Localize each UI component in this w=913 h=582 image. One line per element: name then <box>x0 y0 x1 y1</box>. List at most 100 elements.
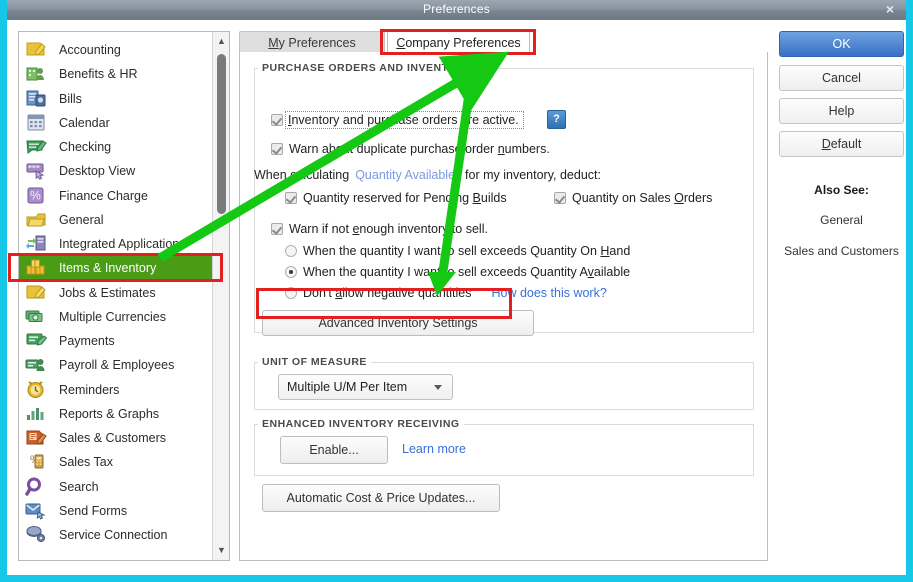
inventory-active-row[interactable]: Inventory and purchase orders are active… <box>271 111 524 129</box>
default-button[interactable]: Default <box>779 131 904 157</box>
payroll-employees-icon <box>25 354 51 376</box>
sidebar-item-label: Payments <box>59 334 115 348</box>
warn-not-enough-label: Warn if not enough inventory to sell. <box>289 222 488 236</box>
also-see-header: Also See: <box>814 183 869 197</box>
sidebar-list: Accounting Benefits & HR Bills Calendar Chec… <box>19 32 213 560</box>
reports-graphs-icon <box>25 403 51 425</box>
ok-button[interactable]: OK <box>779 31 904 57</box>
radio-negative-row[interactable]: Don't allow negative quantities How does… <box>285 286 607 300</box>
radio-available-label: When the quantity I want to sell exceeds… <box>303 265 631 279</box>
tab-my-preferences[interactable]: My Preferences <box>239 31 385 53</box>
radio-on-hand[interactable] <box>285 245 297 257</box>
svg-text:%: % <box>30 188 41 202</box>
help-icon[interactable]: ? <box>547 110 566 129</box>
sidebar-item-multiple-currencies[interactable]: Multiple Currencies <box>19 305 213 329</box>
sidebar-item-sales-tax[interactable]: % Sales Tax <box>19 450 213 474</box>
advanced-inventory-settings-button[interactable]: Advanced Inventory Settings <box>262 310 534 336</box>
pending-builds-checkbox[interactable] <box>285 192 297 204</box>
sales-orders-checkbox[interactable] <box>554 192 566 204</box>
sidebar-item-label: Calendar <box>59 115 110 130</box>
pending-builds-label: Quantity reserved for Pending Builds <box>303 191 507 205</box>
help-button[interactable]: Help <box>779 98 904 124</box>
sidebar-item-desktop-view[interactable]: Desktop View <box>19 159 213 183</box>
window-title: Preferences <box>423 2 490 16</box>
scroll-up-icon[interactable]: ▲ <box>213 33 229 50</box>
sidebar-item-payments[interactable]: Payments <box>19 329 213 353</box>
accounting-icon <box>25 39 51 61</box>
unit-of-measure-group-title: UNIT OF MEASURE <box>258 356 371 368</box>
company-preferences-panel: PURCHASE ORDERS AND INVENTORY Inventory … <box>239 52 768 561</box>
jobs-estimates-icon <box>25 282 51 304</box>
sidebar-item-checking[interactable]: Checking <box>19 135 213 159</box>
how-does-this-work-link[interactable]: How does this work? <box>491 286 606 300</box>
sidebar-item-reminders[interactable]: Reminders <box>19 378 213 402</box>
scroll-down-icon[interactable]: ▼ <box>213 542 229 559</box>
pending-builds-row[interactable]: Quantity reserved for Pending Builds <box>285 191 507 205</box>
quantity-available-link[interactable]: Quantity Available <box>355 168 455 182</box>
sidebar-item-integrated-applications[interactable]: Integrated Applications <box>19 232 213 256</box>
inventory-active-checkbox[interactable] <box>271 114 283 126</box>
sidebar-item-jobs-estimates[interactable]: Jobs & Estimates <box>19 281 213 305</box>
sidebar-item-label: Benefits & HR <box>59 67 138 82</box>
sidebar-item-accounting[interactable]: Accounting <box>19 38 213 62</box>
reminders-icon <box>25 379 51 401</box>
preferences-tabs: My Preferences Company Preferences <box>239 31 768 53</box>
warn-duplicate-checkbox[interactable] <box>271 143 283 155</box>
learn-more-link[interactable]: Learn more <box>402 442 466 456</box>
also-see-sales-customers-link[interactable]: Sales and Customers <box>779 243 904 259</box>
radio-on-hand-row[interactable]: When the quantity I want to sell exceeds… <box>285 244 630 258</box>
sidebar-item-benefits-hr[interactable]: Benefits & HR <box>19 62 213 86</box>
tab-my-preferences-label: My Preferences <box>268 36 356 50</box>
close-icon[interactable]: × <box>882 1 898 17</box>
also-see-general-link[interactable]: General <box>779 213 904 227</box>
sales-orders-row[interactable]: Quantity on Sales Orders <box>554 191 712 205</box>
radio-available[interactable] <box>285 266 297 278</box>
enable-button[interactable]: Enable... <box>280 436 388 464</box>
warn-duplicate-row[interactable]: Warn about duplicate purchase order numb… <box>271 142 550 156</box>
when-calculating-row: When calculating Quantity Available for … <box>254 168 601 182</box>
scrollbar-thumb[interactable] <box>217 54 226 214</box>
sidebar-item-service-connection[interactable]: Service Connection <box>19 523 213 547</box>
unit-of-measure-value: Multiple U/M Per Item <box>287 380 408 394</box>
desktop-view-icon <box>25 160 51 182</box>
radio-available-row[interactable]: When the quantity I want to sell exceeds… <box>285 265 630 279</box>
sidebar-item-calendar[interactable]: Calendar <box>19 111 213 135</box>
sidebar-item-items-inventory[interactable]: Items & Inventory <box>19 256 213 281</box>
sidebar-item-label: Search <box>59 479 99 494</box>
sidebar-item-finance-charge[interactable]: % Finance Charge <box>19 184 213 208</box>
integrated-applications-icon <box>25 233 51 255</box>
sidebar-item-label: Bills <box>59 91 82 106</box>
send-forms-icon <box>25 500 51 522</box>
items-inventory-icon <box>25 257 51 279</box>
radio-negative-label: Don't allow negative quantities <box>303 286 472 300</box>
sales-customers-icon <box>25 427 51 449</box>
general-icon <box>25 209 51 231</box>
sidebar-item-sales-customers[interactable]: Sales & Customers <box>19 426 213 450</box>
inventory-active-label: Inventory and purchase orders are active… <box>285 111 524 129</box>
sidebar-item-label: Send Forms <box>59 503 128 518</box>
sidebar-item-payroll-employees[interactable]: Payroll & Employees <box>19 353 213 377</box>
sidebar-item-search[interactable]: Search <box>19 475 213 499</box>
payments-icon <box>25 330 51 352</box>
sidebar-item-reports-graphs[interactable]: Reports & Graphs <box>19 402 213 426</box>
sales-orders-label: Quantity on Sales Orders <box>572 191 713 205</box>
warn-not-enough-row[interactable]: Warn if not enough inventory to sell. <box>271 222 488 236</box>
sidebar-item-label: Desktop View <box>59 164 136 179</box>
sales-tax-icon: % <box>25 451 51 473</box>
checking-icon <box>25 136 51 158</box>
sidebar-item-bills[interactable]: Bills <box>19 87 213 111</box>
unit-of-measure-select[interactable]: Multiple U/M Per Item <box>278 374 453 400</box>
warn-not-enough-checkbox[interactable] <box>271 223 283 235</box>
automatic-cost-price-updates-button[interactable]: Automatic Cost & Price Updates... <box>262 484 500 512</box>
benefits-hr-icon <box>25 63 51 85</box>
radio-negative[interactable] <box>285 287 297 299</box>
bills-icon <box>25 88 51 110</box>
when-calculating-suffix: for my inventory, deduct: <box>465 168 601 182</box>
multiple-currencies-icon <box>25 306 51 328</box>
cancel-button[interactable]: Cancel <box>779 65 904 91</box>
sidebar-item-send-forms[interactable]: Send Forms <box>19 499 213 523</box>
sidebar-item-general[interactable]: General <box>19 208 213 232</box>
tab-company-preferences[interactable]: Company Preferences <box>387 31 530 53</box>
sidebar-item-label: Items & Inventory <box>59 261 157 276</box>
sidebar-scrollbar[interactable]: ▲ ▼ <box>212 32 229 560</box>
